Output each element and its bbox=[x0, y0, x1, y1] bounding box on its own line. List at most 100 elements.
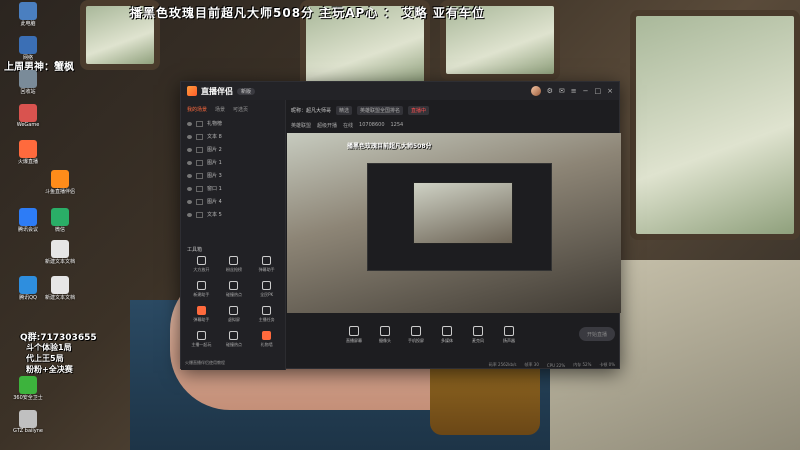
tool-button[interactable]: 主播任务 bbox=[250, 306, 283, 323]
tool-button[interactable]: 粉丝抢榜 bbox=[218, 256, 251, 273]
scene-label: 图片 1 bbox=[207, 160, 222, 166]
desktop-icon[interactable]: 新建文本文档 bbox=[40, 240, 80, 265]
scene-list: 礼物榜 文本 8 图片 2 图片 1 图片 3 窗口 1 图片 4 文本 5 bbox=[181, 117, 285, 221]
source-label: 扬声器 bbox=[503, 338, 515, 343]
app-titlebar[interactable]: 直播伴侣 新版 ⚙ ✉ ≡ − □ × bbox=[181, 82, 619, 100]
scene-item[interactable]: 文本 8 bbox=[181, 130, 285, 143]
desktop-icon[interactable]: 此电脑 bbox=[8, 2, 48, 27]
tool-button[interactable]: 大方放开 bbox=[185, 256, 218, 273]
stream-overlay-title: 播黑色玫瑰目前超凡大师508分 主玩AP心 ： 艾略 亚有车位 bbox=[130, 6, 485, 20]
status-bar: 码率 2562kb/s 帧率 30 CPU 22% 内存 52% 卡顿 0% bbox=[287, 360, 621, 370]
app-icon bbox=[19, 208, 37, 226]
room-info-item: 超级开播 bbox=[317, 122, 338, 129]
app-logo-icon bbox=[187, 86, 197, 96]
room-tag[interactable]: 精选 bbox=[336, 105, 353, 115]
visibility-icon[interactable] bbox=[187, 121, 192, 126]
tool-button[interactable]: 全民PK bbox=[250, 281, 283, 298]
tool-icon bbox=[229, 331, 239, 340]
tool-button[interactable]: 虚拟屏 bbox=[218, 306, 251, 323]
tool-button[interactable]: 礼物墙 bbox=[250, 331, 283, 348]
source-button[interactable]: 摄像头 bbox=[374, 326, 396, 344]
visibility-icon[interactable] bbox=[187, 212, 192, 217]
tool-button[interactable]: 主播一起玩 bbox=[185, 331, 218, 348]
visibility-icon[interactable] bbox=[187, 147, 192, 152]
app-icon bbox=[19, 140, 37, 158]
room-info-item: 10708600 bbox=[359, 122, 385, 128]
visibility-icon[interactable] bbox=[187, 199, 192, 204]
scene-tab[interactable]: 场景 bbox=[215, 106, 225, 113]
menu-icon[interactable]: ≡ bbox=[571, 87, 577, 95]
source-button[interactable]: 扬声器 bbox=[498, 326, 520, 344]
avatar[interactable] bbox=[530, 86, 541, 96]
source-label: 多媒体 bbox=[441, 338, 453, 343]
stream-preview[interactable]: 播黑色玫瑰目前超凡大师508分 bbox=[287, 133, 621, 313]
app-icon bbox=[51, 170, 69, 188]
source-icon bbox=[196, 146, 203, 153]
tool-label: 弹幕助手 bbox=[258, 267, 275, 272]
desktop-icon[interactable]: 斗鱼直播伴侣 bbox=[40, 170, 80, 195]
tool-icon bbox=[196, 281, 206, 290]
status-item: 帧率 30 bbox=[524, 362, 539, 367]
scene-item[interactable]: 图片 2 bbox=[181, 143, 285, 156]
tool-button[interactable]: 弹幕助手 bbox=[185, 306, 218, 323]
tool-button[interactable]: 碰撞热点 bbox=[218, 281, 251, 298]
settings-icon[interactable]: ⚙ bbox=[547, 87, 553, 95]
desktop-icon[interactable]: GTZ bailyne bbox=[8, 410, 48, 434]
tool-label: 碰撞热点 bbox=[225, 342, 242, 347]
desktop-icon[interactable]: 火爆直播 bbox=[8, 140, 48, 165]
scene-item[interactable]: 图片 4 bbox=[181, 195, 285, 208]
tool-button[interactable]: 碰撞热点 bbox=[218, 331, 251, 348]
scene-item[interactable]: 图片 3 bbox=[181, 169, 285, 182]
desktop-icon[interactable]: 新建文本文档 bbox=[40, 276, 80, 301]
close-icon[interactable]: × bbox=[607, 87, 613, 95]
scene-item[interactable]: 礼物榜 bbox=[181, 117, 285, 130]
tool-label: 大方放开 bbox=[193, 267, 210, 272]
tool-button[interactable]: 弹幕助手 bbox=[250, 256, 283, 273]
desktop-icon[interactable]: WeGame bbox=[8, 104, 48, 128]
status-item: 卡顿 0% bbox=[599, 362, 615, 367]
tool-label: 主播任务 bbox=[258, 317, 275, 322]
scene-tab[interactable]: 我的场景 bbox=[187, 106, 207, 113]
visibility-icon[interactable] bbox=[187, 186, 192, 191]
scene-item[interactable]: 文本 5 bbox=[181, 208, 285, 221]
scene-label: 图片 4 bbox=[207, 199, 222, 205]
source-icon bbox=[473, 326, 483, 336]
visibility-icon[interactable] bbox=[187, 160, 192, 165]
status-item: 码率 2562kb/s bbox=[488, 362, 517, 367]
source-button[interactable]: 多媒体 bbox=[436, 326, 458, 344]
source-icon bbox=[411, 326, 421, 336]
visibility-icon[interactable] bbox=[187, 173, 192, 178]
source-button[interactable]: 直播屏幕 bbox=[343, 326, 365, 344]
tool-label: 粉丝抢榜 bbox=[225, 267, 242, 272]
nested-preview bbox=[367, 163, 552, 271]
minimize-icon[interactable]: − bbox=[583, 87, 589, 95]
room-info-item: 英雄联盟 bbox=[291, 122, 312, 129]
desktop-icon[interactable]: 360安全卫士 bbox=[8, 376, 48, 401]
desktop-icon[interactable]: 网络 bbox=[8, 36, 48, 61]
tool-icon bbox=[262, 331, 272, 340]
message-icon[interactable]: ✉ bbox=[559, 87, 565, 95]
tool-button[interactable]: 新建助手 bbox=[185, 281, 218, 298]
start-live-button[interactable]: 开始直播 bbox=[579, 327, 615, 341]
desktop-icon-label: 网络 bbox=[22, 55, 33, 61]
source-icon bbox=[380, 326, 390, 336]
scene-tab[interactable]: 可选页 bbox=[233, 106, 248, 113]
app-icon bbox=[19, 36, 37, 54]
category-select[interactable]: 英雄联盟全国排名 bbox=[357, 105, 404, 115]
tool-icon bbox=[229, 306, 239, 315]
scene-item[interactable]: 图片 1 bbox=[181, 156, 285, 169]
source-icon bbox=[504, 326, 514, 336]
desktop-icon[interactable]: 微信 bbox=[40, 208, 80, 233]
source-button[interactable]: 麦克风 bbox=[467, 326, 489, 344]
visibility-icon[interactable] bbox=[187, 134, 192, 139]
tutorial-link[interactable]: 火爆直播伴侣使用教程 bbox=[185, 360, 225, 366]
streaming-app-window: 直播伴侣 新版 ⚙ ✉ ≡ − □ × 我的场景 场景 可选页 礼物榜 文本 8 图片 … bbox=[180, 81, 621, 370]
desktop-icon[interactable]: 回收站 bbox=[8, 70, 48, 95]
version-badge[interactable]: 新版 bbox=[237, 87, 256, 95]
overlay-line-3: 粉粉+全决赛 bbox=[26, 365, 73, 374]
source-button[interactable]: 手机投屏 bbox=[405, 326, 427, 344]
maximize-icon[interactable]: □ bbox=[595, 87, 602, 95]
source-icon bbox=[349, 326, 359, 336]
scene-item[interactable]: 窗口 1 bbox=[181, 182, 285, 195]
app-icon bbox=[19, 410, 37, 428]
